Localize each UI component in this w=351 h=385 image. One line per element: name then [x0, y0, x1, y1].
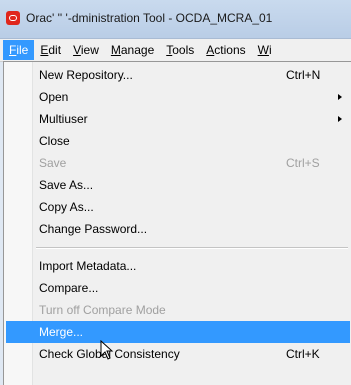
- submenu-arrow-icon: [338, 116, 342, 122]
- menu-item-label: Merge...: [39, 325, 84, 339]
- oracle-app-icon: [6, 11, 20, 25]
- menu-item-check-global-consistency[interactable]: Check Global Consistency Ctrl+K: [6, 343, 350, 365]
- menu-manage[interactable]: Manage: [105, 40, 160, 60]
- menu-item-label: Change Password...: [39, 222, 148, 236]
- menu-item-shortcut: Ctrl+N: [286, 68, 321, 82]
- menu-item-label: Save: [39, 156, 67, 170]
- menu-item-save-as[interactable]: Save As...: [6, 174, 350, 196]
- window-title: Orac' '' '-dministration Tool - OCDA_MCR…: [26, 11, 273, 25]
- menu-actions[interactable]: Actions: [200, 40, 251, 60]
- menu-item-open[interactable]: Open: [6, 86, 350, 108]
- menu-item-shortcut: Ctrl+S: [286, 156, 320, 170]
- menu-item-import-metadata[interactable]: Import Metadata...: [6, 255, 350, 277]
- menu-item-label: Compare...: [39, 281, 99, 295]
- menu-separator: [36, 247, 348, 249]
- menu-item-label: Copy As...: [39, 200, 94, 214]
- menu-item-close[interactable]: Close: [6, 130, 350, 152]
- menu-tools[interactable]: Tools: [160, 40, 200, 60]
- menu-item-copy-as[interactable]: Copy As...: [6, 196, 350, 218]
- menu-item-label: Open: [39, 90, 69, 104]
- menu-item-label: Close: [39, 134, 70, 148]
- menu-item-change-password[interactable]: Change Password...: [6, 218, 350, 240]
- menu-view[interactable]: View: [67, 40, 105, 60]
- menu-item-compare[interactable]: Compare...: [6, 277, 350, 299]
- menu-item-label: New Repository...: [39, 68, 133, 82]
- menu-file[interactable]: File: [3, 40, 35, 60]
- file-menu-dropdown: New Repository... Ctrl+N Open Multiuser …: [3, 61, 351, 385]
- mouse-pointer-icon: [100, 340, 114, 360]
- menu-item-save: Save Ctrl+S: [6, 152, 350, 174]
- menu-window[interactable]: Wi: [252, 40, 278, 60]
- menu-item-label: Import Metadata...: [39, 259, 137, 273]
- menu-item-turn-off-compare-mode: Turn off Compare Mode: [6, 299, 350, 321]
- submenu-arrow-icon: [338, 94, 342, 100]
- menu-item-label: Save As...: [39, 178, 94, 192]
- title-bar: Orac' '' '-dministration Tool - OCDA_MCR…: [0, 0, 351, 39]
- menu-item-new-repository[interactable]: New Repository... Ctrl+N: [6, 64, 350, 86]
- menu-item-label: Turn off Compare Mode: [39, 303, 166, 317]
- menu-item-shortcut: Ctrl+K: [286, 347, 320, 361]
- menu-bar: File Edit View Manage Tools Actions Wi: [0, 39, 351, 62]
- menu-item-multiuser[interactable]: Multiuser: [6, 108, 350, 130]
- menu-item-merge[interactable]: Merge...: [6, 321, 350, 343]
- menu-item-label: Multiuser: [39, 112, 88, 126]
- menu-edit[interactable]: Edit: [34, 40, 67, 60]
